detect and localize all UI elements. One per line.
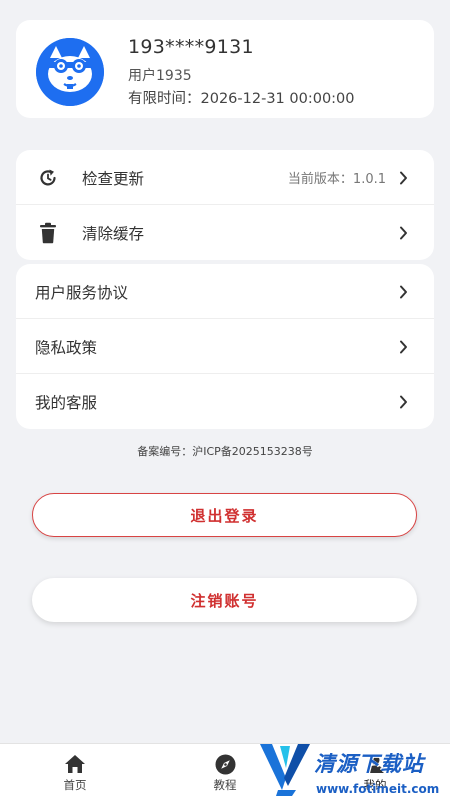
- user-agreement-label: 用户服务协议: [35, 283, 129, 302]
- tab-tutorial-label: 教程: [213, 778, 237, 792]
- profile-phone: 193****9131: [128, 36, 254, 58]
- chevron-right-icon: [398, 285, 408, 299]
- clear-cache-row[interactable]: 清除缓存: [16, 205, 434, 260]
- customer-service-row[interactable]: 我的客服: [16, 374, 434, 429]
- trash-icon: [37, 222, 59, 244]
- tab-home[interactable]: 首页: [0, 744, 150, 800]
- compass-icon: [214, 753, 236, 775]
- tab-home-label: 首页: [63, 778, 87, 792]
- profile-card[interactable]: 193****9131 用户1935 有限时间：2026-12-31 00:00…: [16, 20, 434, 118]
- expire-label: 有限时间：: [128, 91, 201, 107]
- privacy-policy-label: 隐私政策: [35, 338, 98, 357]
- profile-username: 用户1935: [128, 68, 192, 84]
- profile-expire-time: 有限时间：2026-12-31 00:00:00: [128, 87, 355, 108]
- settings-group-info: 用户服务协议 隐私政策 我的客服: [16, 264, 434, 429]
- privacy-policy-row[interactable]: 隐私政策: [16, 319, 434, 374]
- cancel-account-button[interactable]: 注销账号: [32, 578, 417, 622]
- user-agreement-row[interactable]: 用户服务协议: [16, 264, 434, 319]
- current-version-text: 当前版本：1.0.1: [287, 172, 386, 187]
- logout-button[interactable]: 退出登录: [32, 493, 417, 537]
- home-icon: [64, 753, 86, 775]
- customer-service-label: 我的客服: [35, 393, 98, 412]
- clear-cache-label: 清除缓存: [82, 224, 145, 243]
- expire-value: 2026-12-31 00:00:00: [200, 91, 355, 107]
- chevron-right-icon: [398, 171, 408, 185]
- watermark-url: www.fotimeit.com: [316, 782, 440, 796]
- chevron-right-icon: [398, 226, 408, 240]
- watermark-title: 清源下载站: [314, 752, 424, 776]
- chevron-right-icon: [398, 340, 408, 354]
- settings-group-app: 检查更新 当前版本：1.0.1 清除缓存: [16, 150, 434, 260]
- watermark-logo: 清源下载站 www.fotimeit.com: [258, 738, 448, 800]
- check-update-label: 检查更新: [82, 169, 145, 188]
- chevron-right-icon: [398, 395, 408, 409]
- raccoon-avatar-icon[interactable]: [36, 38, 104, 106]
- icp-record-text: 备案编号：沪ICP备2025153238号: [137, 445, 313, 458]
- check-update-row[interactable]: 检查更新 当前版本：1.0.1: [16, 150, 434, 205]
- refresh-icon: [37, 167, 59, 189]
